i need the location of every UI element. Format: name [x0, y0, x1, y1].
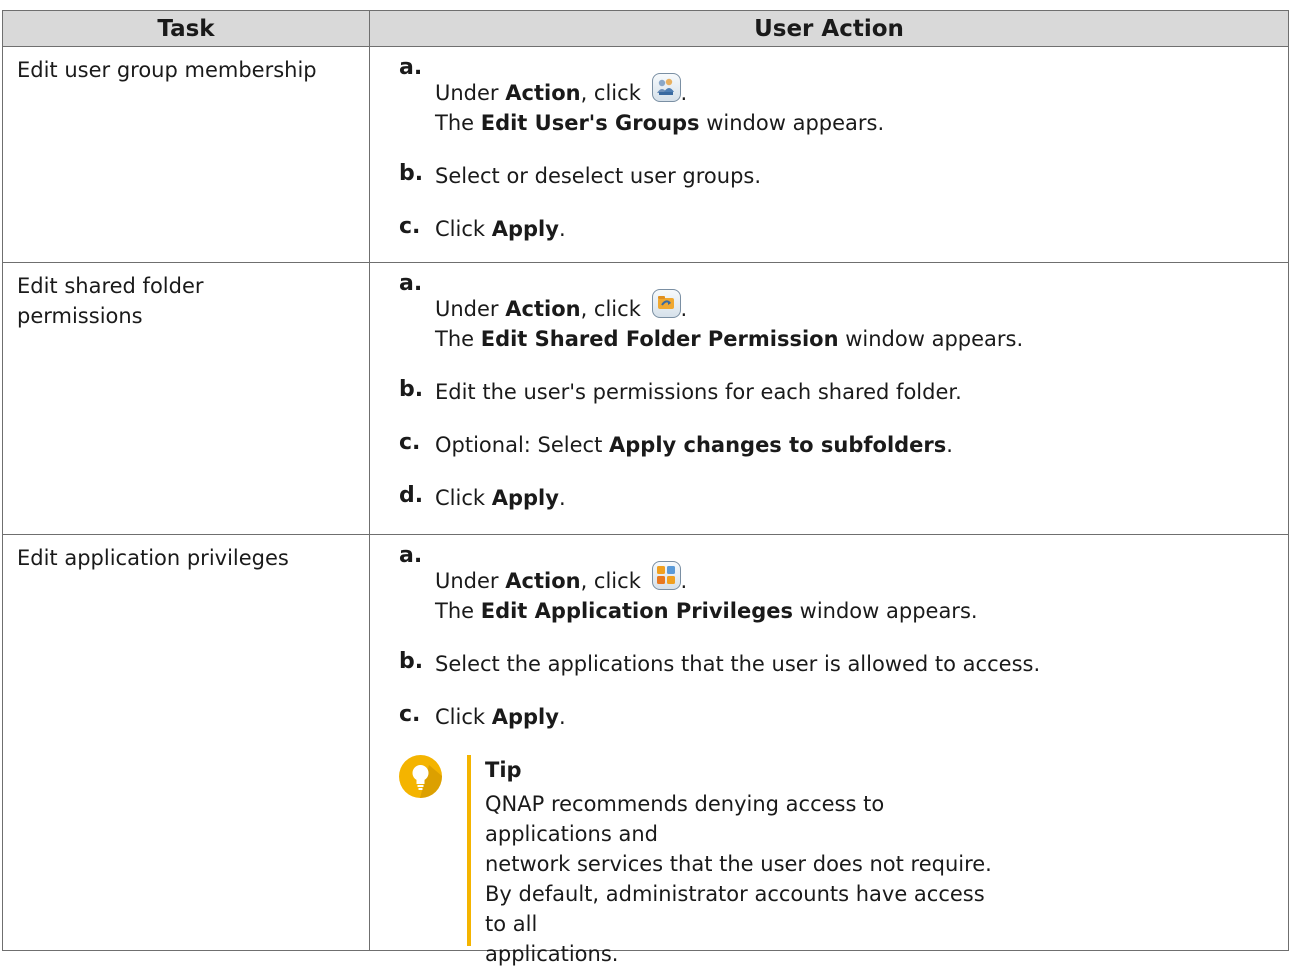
step-result: The Edit Application Privileges window a…	[435, 599, 978, 623]
tip-box: Tip QNAP recommends denying access to ap…	[399, 755, 1288, 966]
task-cell: Edit application privileges	[2, 534, 370, 951]
step-b: b. Edit the user's permissions for each …	[399, 377, 1288, 407]
task-table: Task User Action Edit user group members…	[2, 10, 1289, 966]
header-user-action: User Action	[369, 10, 1289, 47]
application-privileges-icon[interactable]	[651, 561, 681, 590]
step-letter: a.	[399, 55, 423, 80]
step-c: c. Optional: Select Apply changes to sub…	[399, 430, 1288, 460]
action-cell: a. Under Action, click . The Edit Applic…	[369, 534, 1289, 966]
step-text: Click Apply.	[435, 486, 566, 510]
table-header-row: Task User Action	[2, 10, 1289, 47]
tip-title: Tip	[485, 758, 522, 782]
step-text: Select or deselect user groups.	[435, 164, 762, 188]
step-b: b. Select or deselect user groups.	[399, 161, 1288, 191]
step-c: c. Click Apply.	[399, 214, 1288, 244]
table-row: Edit application privileges a. Under Act…	[2, 534, 1289, 966]
step-text: Click Apply.	[435, 217, 566, 241]
step-a: a. Under Action, click . The Edit User's…	[399, 55, 1288, 138]
task-cell: Edit user group membership	[2, 46, 370, 263]
tip-text: QNAP recommends denying access to applic…	[485, 792, 992, 966]
step-text: Optional: Select Apply changes to subfol…	[435, 433, 953, 457]
lightbulb-icon	[399, 755, 442, 798]
step-a: a. Under Action, click . The Edit Shared…	[399, 271, 1288, 354]
action-cell: a. Under Action, click . The Edit Shared…	[369, 262, 1289, 535]
user-groups-icon[interactable]	[651, 73, 681, 102]
step-text: Click Apply.	[435, 705, 566, 729]
step-text: Under Action, click .	[435, 289, 1288, 324]
step-d: d. Click Apply.	[399, 483, 1288, 513]
table-row: Edit shared folder permissions a. Under …	[2, 262, 1289, 535]
action-cell: a. Under Action, click . The Edit User's…	[369, 46, 1289, 263]
step-result: The Edit User's Groups window appears.	[435, 111, 885, 135]
step-text: Select the applications that the user is…	[435, 652, 1041, 676]
task-cell: Edit shared folder permissions	[2, 262, 370, 535]
step-a: a. Under Action, click . The Edit Applic…	[399, 543, 1288, 626]
step-text: Edit the user's permissions for each sha…	[435, 380, 962, 404]
step-text: Under Action, click .	[435, 73, 1288, 108]
step-result: The Edit Shared Folder Permission window…	[435, 327, 1024, 351]
step-text: Under Action, click .	[435, 561, 1288, 596]
step-c: c. Click Apply.	[399, 702, 1288, 732]
tip-accent-bar	[467, 755, 471, 946]
shared-folder-permission-icon[interactable]	[651, 289, 681, 318]
step-b: b. Select the applications that the user…	[399, 649, 1288, 679]
table-row: Edit user group membership a. Under Acti…	[2, 46, 1289, 263]
header-task: Task	[2, 10, 370, 47]
